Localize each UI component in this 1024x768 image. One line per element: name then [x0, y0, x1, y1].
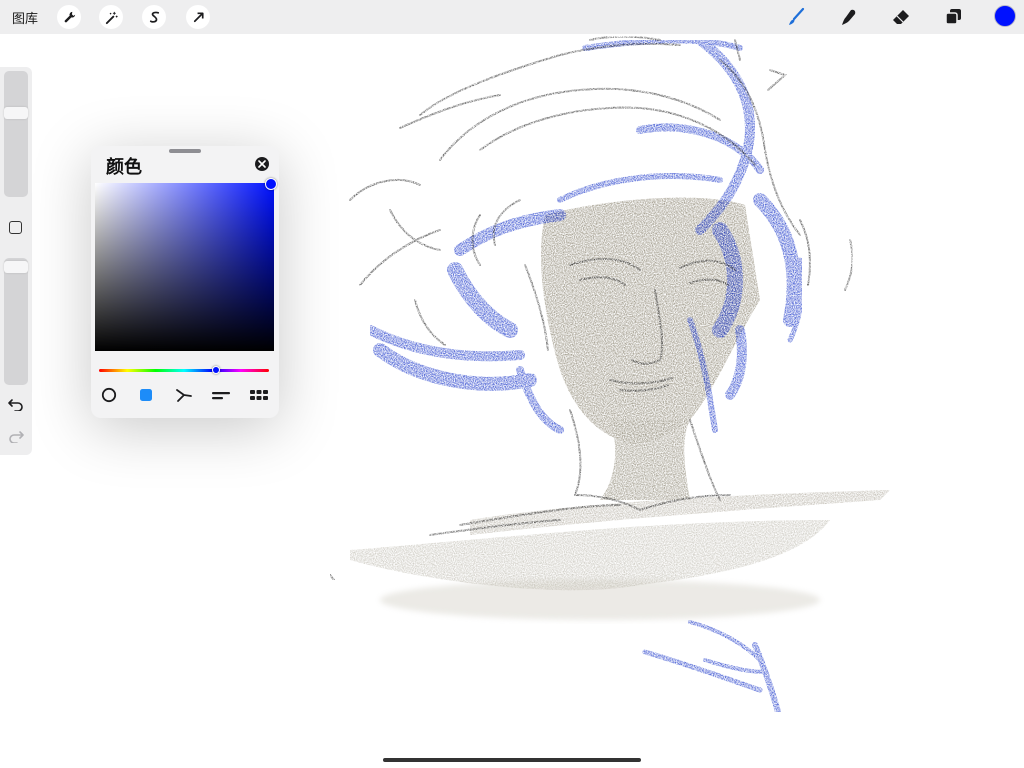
close-button[interactable]	[255, 157, 269, 171]
home-indicator[interactable]	[383, 758, 641, 762]
eraser-tool-button[interactable]	[889, 5, 913, 29]
modify-button[interactable]	[9, 221, 22, 234]
actions-button[interactable]	[57, 5, 81, 29]
hue-slider[interactable]	[99, 369, 269, 372]
procreate-app: 图库 颜色	[0, 0, 1024, 768]
panel-title: 颜色	[106, 157, 142, 178]
hue-slider-handle[interactable]	[212, 366, 221, 374]
selection-button[interactable]	[142, 5, 166, 29]
disc-icon	[101, 387, 117, 403]
smudge-icon	[842, 9, 856, 25]
palettes-icon	[250, 390, 268, 400]
color-panel: 颜色	[91, 146, 279, 418]
brush-size-slider[interactable]	[4, 71, 28, 197]
adjustments-button[interactable]	[99, 5, 123, 29]
transform-button[interactable]	[186, 5, 210, 29]
opacity-slider[interactable]	[4, 258, 28, 385]
eraser-icon	[893, 10, 909, 24]
classic-icon	[140, 389, 152, 401]
saturation-brightness-picker[interactable]	[95, 183, 274, 351]
value-icon	[212, 392, 230, 400]
gallery-button[interactable]: 图库	[12, 8, 38, 27]
current-color-swatch[interactable]	[994, 5, 1016, 27]
smudge-tool-button[interactable]	[837, 5, 861, 29]
mode-palettes[interactable]	[249, 387, 269, 403]
harmony-icon	[176, 389, 192, 402]
wrench-icon	[64, 11, 75, 22]
brush-tool-button[interactable]	[784, 5, 808, 29]
mode-disc[interactable]	[99, 387, 119, 403]
redo-icon[interactable]	[7, 429, 25, 443]
mode-harmony[interactable]	[174, 387, 194, 403]
brush-size-handle[interactable]	[4, 107, 28, 120]
undo-icon[interactable]	[7, 397, 25, 411]
top-toolbar: 图库	[0, 0, 1024, 34]
opacity-handle[interactable]	[4, 261, 28, 274]
color-picker-handle[interactable]	[265, 178, 277, 190]
left-sidebar	[0, 67, 32, 455]
layers-button[interactable]	[941, 5, 965, 29]
close-icon	[258, 160, 266, 168]
transform-arrow-icon	[193, 11, 204, 22]
mode-value[interactable]	[211, 387, 231, 403]
panel-grabber[interactable]	[169, 149, 201, 153]
mode-classic[interactable]	[136, 387, 156, 403]
brush-icon	[789, 7, 805, 25]
magic-wand-icon	[105, 11, 118, 24]
selection-icon	[149, 11, 159, 23]
soft-haze	[380, 580, 820, 620]
layers-icon	[945, 9, 961, 25]
